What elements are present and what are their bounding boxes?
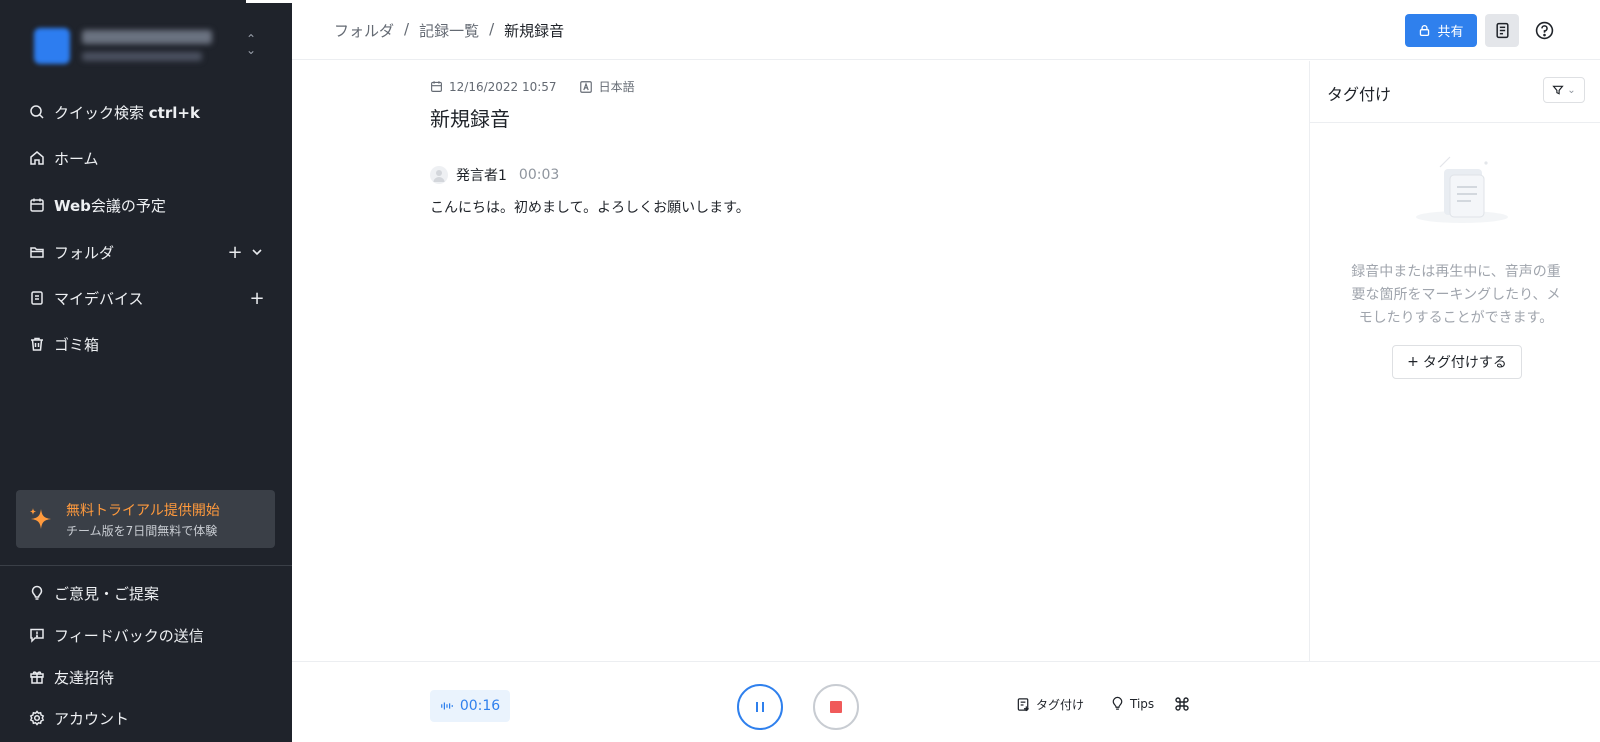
breadcrumb-separator: / [404, 20, 410, 38]
breadcrumb-folder[interactable]: フォルダ [334, 20, 394, 41]
language-icon [579, 80, 592, 93]
tag-note-icon [1017, 698, 1029, 712]
sidebar-item-label: Web会議の予定 [54, 196, 166, 215]
breadcrumb-current: 新規録音 [504, 22, 565, 40]
folder-icon [28, 243, 46, 261]
notes-toggle-button[interactable] [1485, 14, 1519, 47]
sidebar-item-label: ホーム [54, 149, 99, 168]
breadcrumb-records[interactable]: 記録一覧 [419, 20, 479, 41]
home-icon [28, 149, 46, 167]
share-button[interactable]: 共有 [1405, 14, 1477, 47]
sidebar-item-label: クイック検索 ctrl+k [54, 103, 200, 122]
sidebar-item-invite-friends[interactable]: 友達招待 [28, 662, 268, 692]
workspace-logo [34, 28, 70, 64]
breadcrumb: フォルダ / 記録一覧 / 新規録音 [334, 20, 564, 41]
sidebar-item-folder[interactable]: フォルダ + [28, 237, 268, 267]
recording-datetime: 12/16/2022 10:57 [449, 79, 557, 94]
chevron-down-icon[interactable] [246, 241, 268, 263]
trash-icon [28, 335, 46, 353]
filter-dropdown[interactable]: ⌄ [1543, 77, 1585, 103]
transcript-text[interactable]: こんにちは。初めまして。よろしくお願いします。 [430, 197, 750, 217]
add-folder-button[interactable]: + [224, 241, 246, 263]
waveform-icon [440, 702, 453, 710]
speaker-row: 発言者1 00:03 [430, 165, 559, 185]
sidebar-item-trash[interactable]: ゴミ箱 [28, 329, 268, 359]
sparkle-icon [30, 508, 51, 529]
top-header: フォルダ / 記録一覧 / 新規録音 共有 [292, 0, 1600, 60]
empty-notes-illustration [1416, 156, 1508, 223]
sidebar-item-label: 友達招待 [54, 668, 115, 687]
pause-icon [756, 702, 764, 712]
breadcrumb-separator: / [489, 20, 495, 38]
promo-subtitle: チーム版を7日間無料で体験 [66, 524, 218, 538]
recording-language[interactable]: 日本語 [599, 78, 635, 95]
pause-button[interactable] [737, 684, 783, 730]
sidebar-item-my-devices[interactable]: マイデバイス + [28, 283, 268, 313]
free-trial-banner[interactable]: 無料トライアル提供開始 チーム版を7日間無料で体験 [16, 490, 275, 548]
elapsed-time-badge: 00:16 [430, 690, 510, 722]
workspace-name-blurred [82, 30, 212, 44]
plus-icon: + [1407, 354, 1419, 370]
sidebar-item-home[interactable]: ホーム [28, 143, 268, 173]
chevron-updown-icon[interactable]: ⌃ ⌄ [244, 33, 258, 58]
search-icon [28, 103, 46, 121]
workspace-subtitle-blurred [82, 52, 202, 61]
sidebar-item-label: ご意見・ご提案 [54, 584, 160, 603]
stop-icon [830, 701, 842, 713]
tags-panel-header: タグ付け ⌄ [1310, 61, 1600, 123]
sidebar-item-feedback[interactable]: フィードバックの送信 [28, 620, 268, 650]
tag-tool-button[interactable]: タグ付け [1016, 696, 1084, 713]
transcript-area: 12/16/2022 10:57 日本語 新規録音 発言者1 00:03 こんに… [292, 61, 1309, 661]
sidebar-item-label: ゴミ箱 [54, 335, 100, 354]
elapsed-time: 00:16 [459, 698, 501, 714]
tags-panel: タグ付け ⌄ 録音中または再生中に、音声の重 要な箇所をマーキングしたり、メ モ… [1309, 61, 1600, 661]
gift-icon [28, 668, 46, 686]
sidebar: ⌃ ⌄ クイック検索 ctrl+k ホーム Web会議の予定 フォルダ + マイ… [0, 0, 292, 742]
speaker-avatar[interactable] [430, 166, 448, 184]
filter-icon [1552, 85, 1564, 95]
feedback-icon [28, 626, 46, 644]
tags-panel-title: タグ付け [1327, 85, 1392, 104]
help-icon [1535, 21, 1553, 40]
gear-icon [28, 709, 46, 727]
sidebar-item-suggestions[interactable]: ご意見・ご提案 [28, 578, 268, 608]
stop-button[interactable] [813, 684, 859, 730]
sidebar-divider [0, 565, 292, 566]
add-device-button[interactable]: + [246, 287, 268, 309]
tags-empty-message: 録音中または再生中に、音声の重 要な箇所をマーキングしたり、メ モしたりすること… [1351, 264, 1561, 326]
lightbulb-icon [1112, 696, 1123, 710]
document-icon [1495, 22, 1509, 39]
lock-icon [1420, 24, 1430, 37]
sidebar-item-quick-search[interactable]: クイック検索 ctrl+k [28, 97, 268, 127]
speaker-name[interactable]: 発言者1 [456, 165, 507, 185]
promo-title: 無料トライアル提供開始 [66, 503, 220, 519]
command-icon [1175, 697, 1189, 711]
help-button[interactable] [1527, 14, 1561, 47]
calendar-icon [28, 196, 46, 214]
recording-control-bar: 00:16 タグ付け Tips [292, 661, 1600, 742]
app-window: ⌃ ⌄ クイック検索 ctrl+k ホーム Web会議の予定 フォルダ + マイ… [0, 0, 1600, 742]
sidebar-item-label: アカウント [54, 709, 130, 728]
workspace-switcher[interactable]: ⌃ ⌄ [30, 24, 266, 68]
calendar-icon [431, 81, 442, 92]
sidebar-item-label: フィードバックの送信 [54, 626, 204, 645]
share-label: 共有 [1437, 25, 1464, 40]
sidebar-item-account[interactable]: アカウント [28, 703, 268, 733]
lightbulb-icon [28, 584, 46, 602]
chevron-down-icon: ⌄ [1567, 84, 1576, 96]
tips-button[interactable]: Tips [1110, 696, 1154, 711]
speaker-timestamp[interactable]: 00:03 [519, 167, 559, 183]
recording-title[interactable]: 新規録音 [430, 103, 510, 132]
sidebar-item-label: フォルダ [54, 243, 115, 262]
sidebar-item-web-meetings[interactable]: Web会議の予定 [28, 190, 268, 220]
recording-meta: 12/16/2022 10:57 日本語 [430, 78, 635, 95]
shortcuts-button[interactable] [1174, 696, 1190, 712]
device-icon [28, 289, 46, 307]
sidebar-item-label: マイデバイス [54, 289, 144, 308]
sidebar-top-accent [246, 0, 292, 3]
add-tag-button[interactable]: + タグ付けする [1392, 345, 1522, 379]
